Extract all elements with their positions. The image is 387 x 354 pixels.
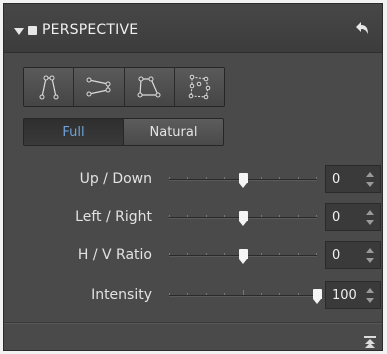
vertical-mode-button[interactable] (24, 68, 75, 106)
left-right-value[interactable]: 0 (332, 210, 340, 225)
full-button[interactable]: Full (24, 119, 124, 145)
up-down-spinner[interactable]: 0 (325, 165, 381, 193)
multipoint-perspective-icon (189, 74, 211, 100)
panel-title: PERSPECTIVE (42, 22, 139, 38)
spinner-arrows-icon[interactable] (366, 172, 374, 187)
intensity-slider-thumb[interactable] (312, 289, 322, 304)
slider-ticks (169, 285, 317, 295)
natural-button[interactable]: Natural (124, 119, 223, 145)
left-right-label: Left / Right (75, 209, 152, 225)
left-right-spinner[interactable]: 0 (325, 203, 381, 231)
up-down-value[interactable]: 0 (332, 172, 340, 187)
vertical-perspective-icon (39, 75, 59, 100)
intensity-label: Intensity (91, 287, 152, 303)
panel-header[interactable]: PERSPECTIVE (4, 4, 382, 53)
triangle-down-icon[interactable] (14, 28, 24, 35)
horizontal-perspective-icon (86, 77, 111, 97)
intensity-slider-track[interactable] (169, 295, 317, 297)
slider-row-intensity: Intensity 100 (4, 281, 382, 311)
multipoint-mode-button[interactable] (174, 68, 224, 106)
slider-row-left-right: Left / Right 0 (4, 203, 382, 233)
perspective-panel: PERSPECTIVE Full Natural Up / Down 0 Lef… (3, 3, 383, 351)
panel-divider (4, 322, 382, 324)
full-natural-toggle: Full Natural (23, 118, 224, 146)
hv-ratio-label: H / V Ratio (77, 247, 152, 263)
up-down-slider-thumb[interactable] (238, 173, 248, 188)
up-down-label: Up / Down (79, 171, 152, 187)
slider-row-hv-ratio: H / V Ratio 0 (4, 241, 382, 271)
left-right-slider-thumb[interactable] (238, 211, 248, 226)
checkbox-icon[interactable] (28, 26, 37, 35)
spinner-arrows-icon[interactable] (366, 288, 374, 303)
intensity-spinner[interactable]: 100 (325, 281, 381, 309)
hv-ratio-spinner[interactable]: 0 (325, 241, 381, 269)
perspective-mode-buttons (23, 67, 225, 107)
hv-ratio-slider-thumb[interactable] (238, 249, 248, 264)
rectangle-mode-button[interactable] (124, 68, 175, 106)
intensity-value[interactable]: 100 (332, 288, 357, 303)
spinner-arrows-icon[interactable] (366, 248, 374, 263)
horizontal-mode-button[interactable] (74, 68, 125, 106)
hv-ratio-value[interactable]: 0 (332, 248, 340, 263)
rectangle-perspective-icon (137, 76, 161, 98)
spinner-arrows-icon[interactable] (366, 210, 374, 225)
reset-arrow-icon[interactable] (352, 21, 370, 37)
collapse-all-icon[interactable] (364, 336, 376, 348)
slider-row-up-down: Up / Down 0 (4, 165, 382, 195)
